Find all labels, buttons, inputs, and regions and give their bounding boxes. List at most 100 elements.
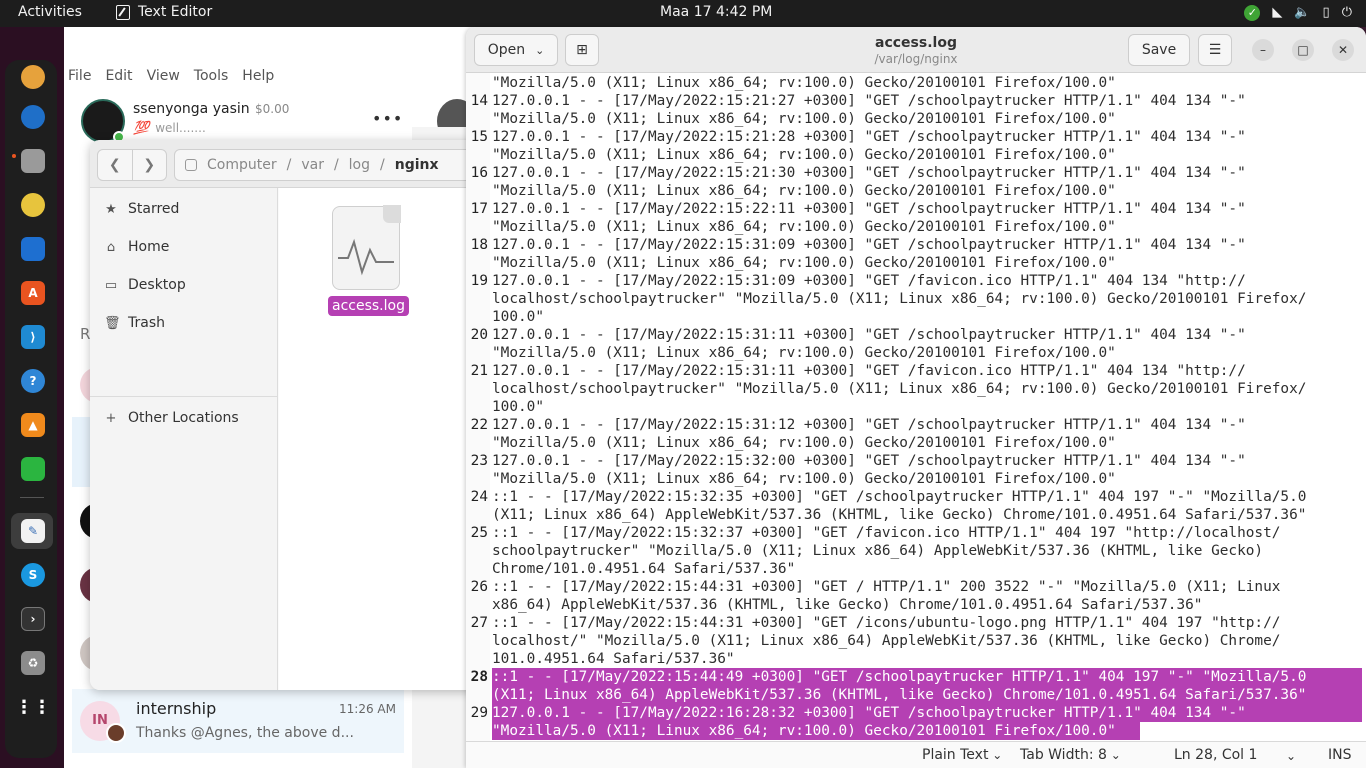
text-line: 100.0" [492,399,544,415]
chat-preview: Thanks @Agnes, the above d... [136,725,354,741]
app-menu[interactable]: Text Editor [116,4,212,20]
text-editor-window: Open ⌄ ⊞ access.log /var/log/nginx Save … [466,27,1366,768]
text-line: schoolpaytrucker" "Mozilla/5.0 (X11; Lin… [492,543,1264,559]
text-line: 127.0.0.1 - - [17/May/2022:15:32:00 +030… [492,453,1246,469]
line-number: 24 [470,489,488,505]
text-line: 127.0.0.1 - - [17/May/2022:15:31:11 +030… [492,363,1246,379]
sidebar-item-home[interactable]: ⌂ Home [104,239,169,255]
text-line: localhost/schoolpaytrucker" "Mozilla/5.0… [492,381,1307,397]
app-center-icon[interactable]: A [21,281,45,305]
status-bar: Plain Text Tab Width: 8 Ln 28, Col 1 ⌄ I… [466,741,1366,768]
maximize-button[interactable]: □ [1292,39,1314,61]
avatar[interactable] [81,99,125,143]
text-line: ::1 - - [17/May/2022:15:44:49 +0300] "GE… [492,669,1307,685]
text-line: x86_64) AppleWebKit/537.36 (KHTML, like … [492,597,1203,613]
text-line: "Mozilla/5.0 (X11; Linux x86_64; rv:100.… [492,183,1116,199]
system-tray[interactable]: ✓ ◣ 🔈 ▯ ⏻ [1244,3,1352,23]
line-number: 21 [470,363,488,379]
text-line: 127.0.0.1 - - [17/May/2022:15:31:11 +030… [492,327,1246,343]
sidebar-item-label: Other Locations [128,410,239,426]
text-view[interactable]: "Mozilla/5.0 (X11; Linux x86_64; rv:100.… [466,73,1366,741]
breadcrumb-computer[interactable]: Computer [207,157,277,173]
menu-view[interactable]: View [147,68,180,84]
thunderbird-icon[interactable] [21,105,45,129]
sidebar-item-other-locations[interactable]: + Other Locations [104,410,239,426]
skype-icon[interactable]: S [21,563,45,587]
line-number: 28 [470,669,488,685]
plus-icon: + [105,410,117,426]
text-editor-dock-icon[interactable]: ✎ [21,519,45,543]
cursor-position[interactable]: Ln 28, Col 1 [1174,747,1257,763]
more-options-icon[interactable]: ••• [372,109,403,128]
menu-file[interactable]: File [68,68,91,84]
vscode-icon[interactable]: ⟩ [21,325,45,349]
text-line: ::1 - - [17/May/2022:15:32:35 +0300] "GE… [492,489,1307,505]
clock[interactable]: Maa 17 4:42 PM [660,4,772,20]
chat-menu-bar: File Edit View Tools Help [68,68,274,84]
minimize-button[interactable]: – [1252,39,1274,61]
menu-button[interactable]: ☰ [1198,34,1232,66]
mood-message: 💯 well....... [133,121,206,136]
close-button[interactable]: ✕ [1332,39,1354,61]
security-icon[interactable]: ✓ [1244,5,1261,21]
line-number: 19 [470,273,488,289]
whatsapp-icon[interactable] [21,457,45,481]
sidebar-item-label: Home [128,239,170,255]
breadcrumb-nginx[interactable]: nginx [395,157,439,173]
insert-mode[interactable]: INS [1328,747,1352,763]
writer-icon[interactable] [21,237,45,261]
menu-edit[interactable]: Edit [105,68,132,84]
rhythmbox-icon[interactable] [21,193,45,217]
text-line: Chrome/101.0.4951.64 Safari/537.36" [492,561,796,577]
app-name: Text Editor [138,4,213,20]
text-line: (X11; Linux x86_64) AppleWebKit/537.36 (… [492,507,1307,523]
chat-item-internship[interactable]: IN internship 11:26 AM Thanks @Agnes, th… [72,689,404,753]
file-name-label[interactable]: access.log [328,296,409,316]
forward-button[interactable]: ❯ [133,150,167,180]
files-sidebar: ★ Starred ⌂ Home ▭ Desktop 🗑 Trash + Other Lo… [90,188,278,690]
battery-icon[interactable]: ▯ [1323,3,1330,23]
text-line: 127.0.0.1 - - [17/May/2022:15:31:12 +030… [492,417,1246,433]
file-item-access-log[interactable] [332,205,401,290]
save-button[interactable]: Save [1128,34,1190,66]
top-bar: Activities Text Editor Maa 17 4:42 PM ✓ … [0,0,1366,27]
activities-button[interactable]: Activities [18,4,82,20]
tab-width-selector[interactable]: Tab Width: 8 [1020,747,1121,763]
sidebar-item-trash[interactable]: 🗑 Trash [104,315,165,331]
sidebar-item-starred[interactable]: ★ Starred [104,201,179,217]
language-selector[interactable]: Plain Text [922,747,1002,763]
back-button[interactable]: ❮ [98,150,133,180]
menu-help[interactable]: Help [242,68,274,84]
text-line: localhost/schoolpaytrucker" "Mozilla/5.0… [492,291,1307,307]
hundred-emoji: 💯 [133,121,150,136]
file-manager-window: ❮ ❯ Computer / var / log / nginx ★ Starre… [90,140,480,690]
profile-header[interactable]: ssenyonga yasin $0.00 💯 well....... [81,99,289,143]
terminal-icon[interactable]: › [21,607,45,631]
sidebar-item-desktop[interactable]: ▭ Desktop [104,277,186,293]
drive-icon [185,159,197,171]
chevron-down-icon[interactable]: ⌄ [1286,749,1296,763]
files-icon[interactable] [21,149,45,173]
menu-tools[interactable]: Tools [194,68,229,84]
hamburger-icon: ☰ [1208,42,1222,58]
trash-icon: 🗑 [104,315,121,331]
wifi-icon[interactable]: ◣ [1272,3,1282,23]
star-icon: ★ [105,201,117,217]
line-number: 17 [470,201,488,217]
help-icon[interactable]: ? [21,369,45,393]
breadcrumb-log[interactable]: log [349,157,370,173]
text-line: "Mozilla/5.0 (X11; Linux x86_64; rv:100.… [492,111,1116,127]
volume-icon[interactable]: 🔈 [1294,3,1310,23]
text-line: 100.0" [492,309,544,325]
text-line: "Mozilla/5.0 (X11; Linux x86_64; rv:100.… [492,255,1116,271]
vlc-icon[interactable]: ▲ [21,413,45,437]
trash-icon[interactable]: ♻ [21,651,45,675]
show-apps-icon[interactable]: ⋮⋮ [15,695,51,719]
line-number: 25 [470,525,488,541]
breadcrumb-var[interactable]: var [301,157,324,173]
text-line: ::1 - - [17/May/2022:15:44:31 +0300] "GE… [492,579,1281,595]
file-manager-header: ❮ ❯ Computer / var / log / nginx [90,140,480,188]
line-number: 18 [470,237,488,253]
power-icon[interactable]: ⏻ [1342,3,1352,23]
chrome-icon[interactable] [21,65,45,89]
